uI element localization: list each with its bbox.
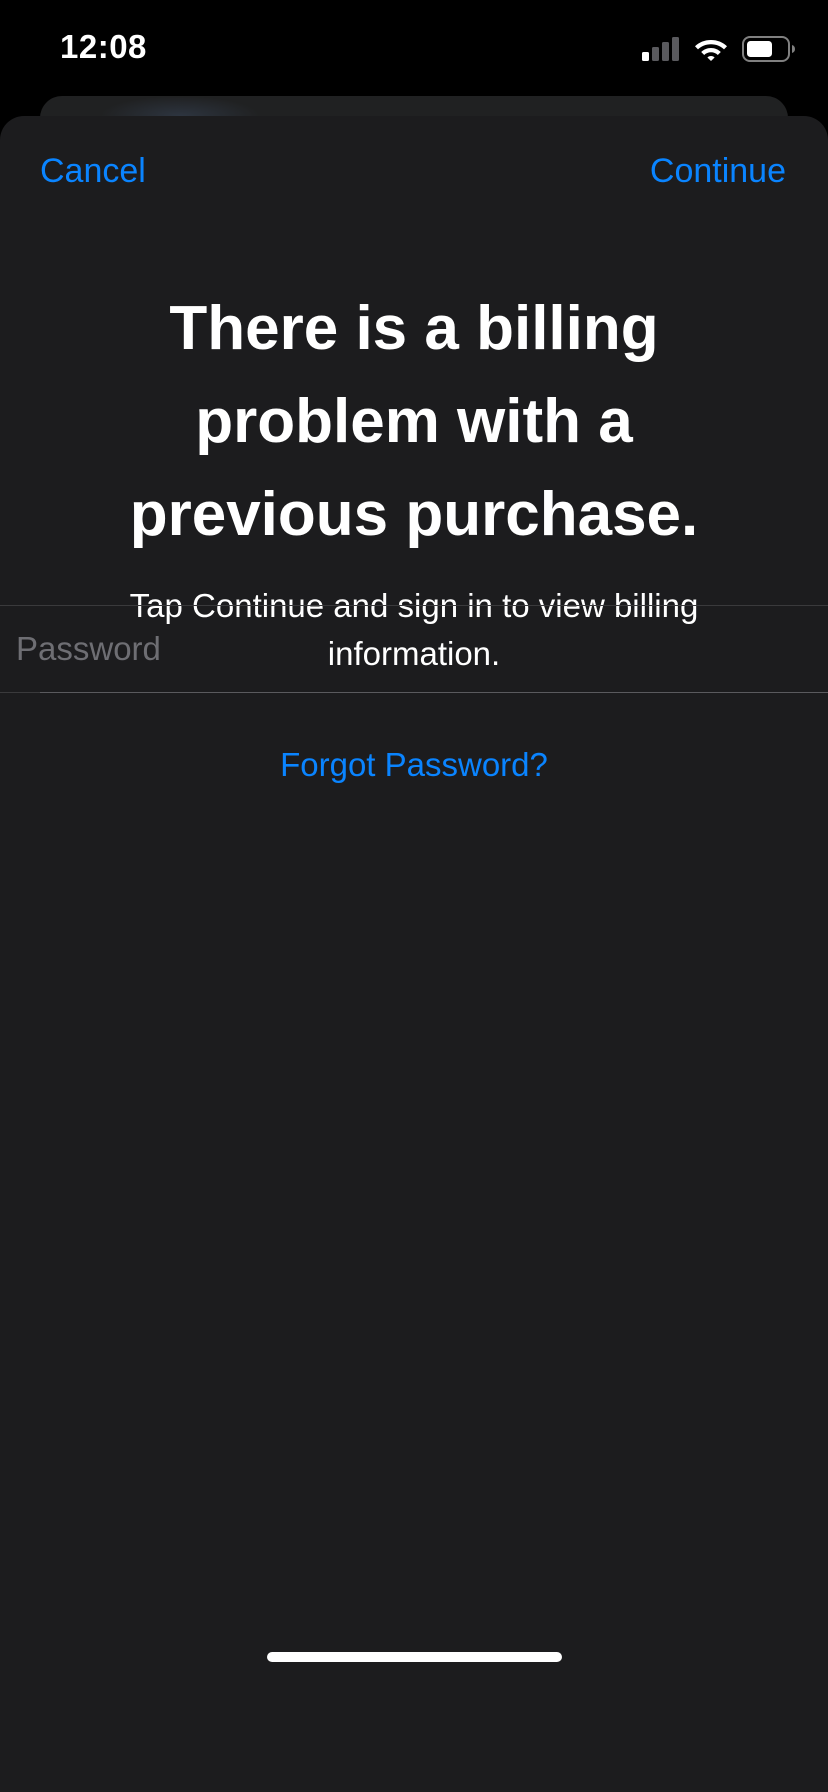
billing-problem-sheet: Cancel Continue There is a billing probl… — [0, 116, 828, 1792]
field-divider-bottom — [40, 692, 828, 693]
continue-button[interactable]: Continue — [650, 152, 786, 191]
cellular-signal-icon — [642, 37, 679, 61]
forgot-password-link[interactable]: Forgot Password? — [0, 746, 828, 784]
status-bar: 12:08 — [0, 0, 828, 96]
status-time: 12:08 — [60, 28, 147, 65]
password-field[interactable] — [0, 606, 828, 692]
wifi-icon — [695, 40, 727, 61]
field-divider-bottom-left — [0, 692, 40, 693]
page-title: There is a billing problem with a previo… — [129, 294, 699, 549]
status-icons — [642, 36, 796, 62]
cancel-button[interactable]: Cancel — [40, 152, 146, 191]
battery-icon — [742, 36, 795, 62]
home-indicator[interactable] — [267, 1652, 562, 1662]
